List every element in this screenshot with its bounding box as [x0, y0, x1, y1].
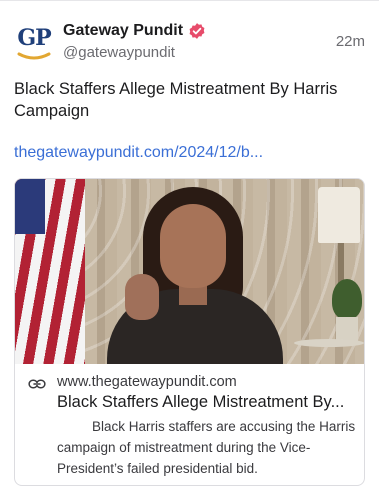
link-preview-card[interactable]: www.thegatewaypundit.com Black Staffers …	[14, 178, 365, 486]
avatar-logo-text: GP	[17, 25, 51, 51]
preview-title: Black Staffers Allege Mistreatment By...	[57, 393, 345, 411]
avatar[interactable]: GP	[14, 24, 54, 64]
preview-image[interactable]	[15, 179, 364, 364]
lamp-shade	[318, 187, 360, 243]
verified-check-icon	[189, 23, 205, 39]
preview-domain: www.thegatewaypundit.com	[57, 374, 237, 390]
divider	[0, 0, 379, 1]
post-link[interactable]: thegatewaypundit.com/2024/12/b...	[14, 144, 263, 162]
person-hand	[125, 274, 159, 320]
preview-description: Black Harris staffers are accusing the H…	[57, 419, 356, 476]
flag-canton	[15, 179, 45, 234]
preview-info[interactable]: www.thegatewaypundit.com Black Staffers …	[15, 364, 364, 485]
post-timestamp: 22m	[335, 33, 365, 50]
post-text: Black Staffers Allege Mistreatment By Ha…	[14, 80, 338, 120]
side-table	[294, 339, 364, 347]
author-name[interactable]: Gateway Pundit	[63, 22, 183, 40]
link-chain-icon	[28, 379, 46, 389]
author-row: Gateway Pundit	[63, 20, 206, 42]
post[interactable]: GP Gateway Pundit @gatewaypundit 22m Bla…	[0, 0, 379, 500]
person-face	[160, 204, 226, 288]
plant	[332, 279, 362, 319]
author-handle[interactable]: @gatewaypundit	[63, 44, 175, 61]
avatar-swoosh	[17, 52, 51, 60]
